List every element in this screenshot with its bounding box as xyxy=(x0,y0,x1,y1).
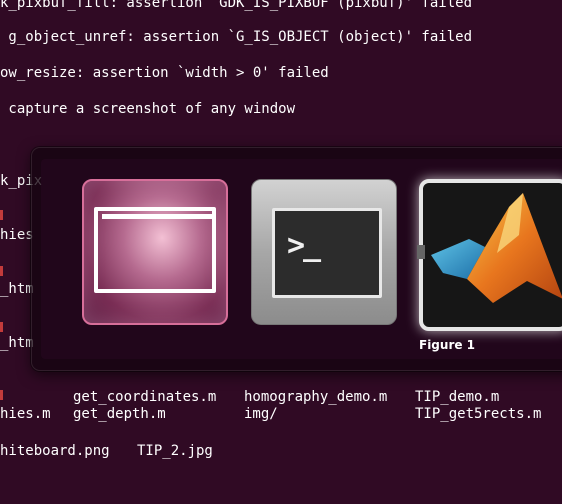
terminal-fragment-2: hies xyxy=(0,227,34,243)
file-hies-m: hies.m xyxy=(0,406,51,422)
terminal-line-2: g_object_unref: assertion `G_IS_OBJECT (… xyxy=(0,29,473,45)
file-whiteboard: hiteboard.png xyxy=(0,443,110,459)
matlab-icon xyxy=(431,193,562,303)
app-tile-matlab[interactable] xyxy=(417,179,562,331)
image-viewer-icon xyxy=(94,207,216,293)
terminal-fragment-3: _htm xyxy=(0,281,34,297)
error-marker xyxy=(0,210,3,220)
terminal-line-1: k_pixbuf_fill: assertion `GDK_IS_PIXBUF … xyxy=(0,0,473,11)
file-get-coordinates: get_coordinates.m xyxy=(73,389,217,405)
terminal-line-3: ow_resize: assertion `width > 0' failed xyxy=(0,65,329,81)
selected-window-title: Figure 1 xyxy=(419,338,476,352)
error-marker xyxy=(0,390,3,400)
app-tile-terminal[interactable]: >_ xyxy=(251,179,397,325)
terminal-fragment-4: _htm xyxy=(0,335,34,351)
file-tip-get5rects: TIP_get5rects.m xyxy=(415,406,542,422)
folder-img: img/ xyxy=(244,406,278,422)
terminal-line-4: capture a screenshot of any window xyxy=(0,101,296,117)
app-tile-image-viewer[interactable] xyxy=(82,179,228,325)
file-tip-2: TIP_2.jpg xyxy=(137,443,213,459)
terminal-prompt-glyph: >_ xyxy=(287,228,321,263)
window-titlebar-shape xyxy=(102,214,212,219)
file-tip-demo: TIP_demo.m xyxy=(415,389,500,405)
terminal-icon: >_ xyxy=(272,208,382,298)
error-marker xyxy=(0,266,3,276)
file-homography-demo: homography_demo.m xyxy=(244,389,388,405)
error-marker xyxy=(0,322,3,332)
file-get-depth: get_depth.m xyxy=(73,406,166,422)
